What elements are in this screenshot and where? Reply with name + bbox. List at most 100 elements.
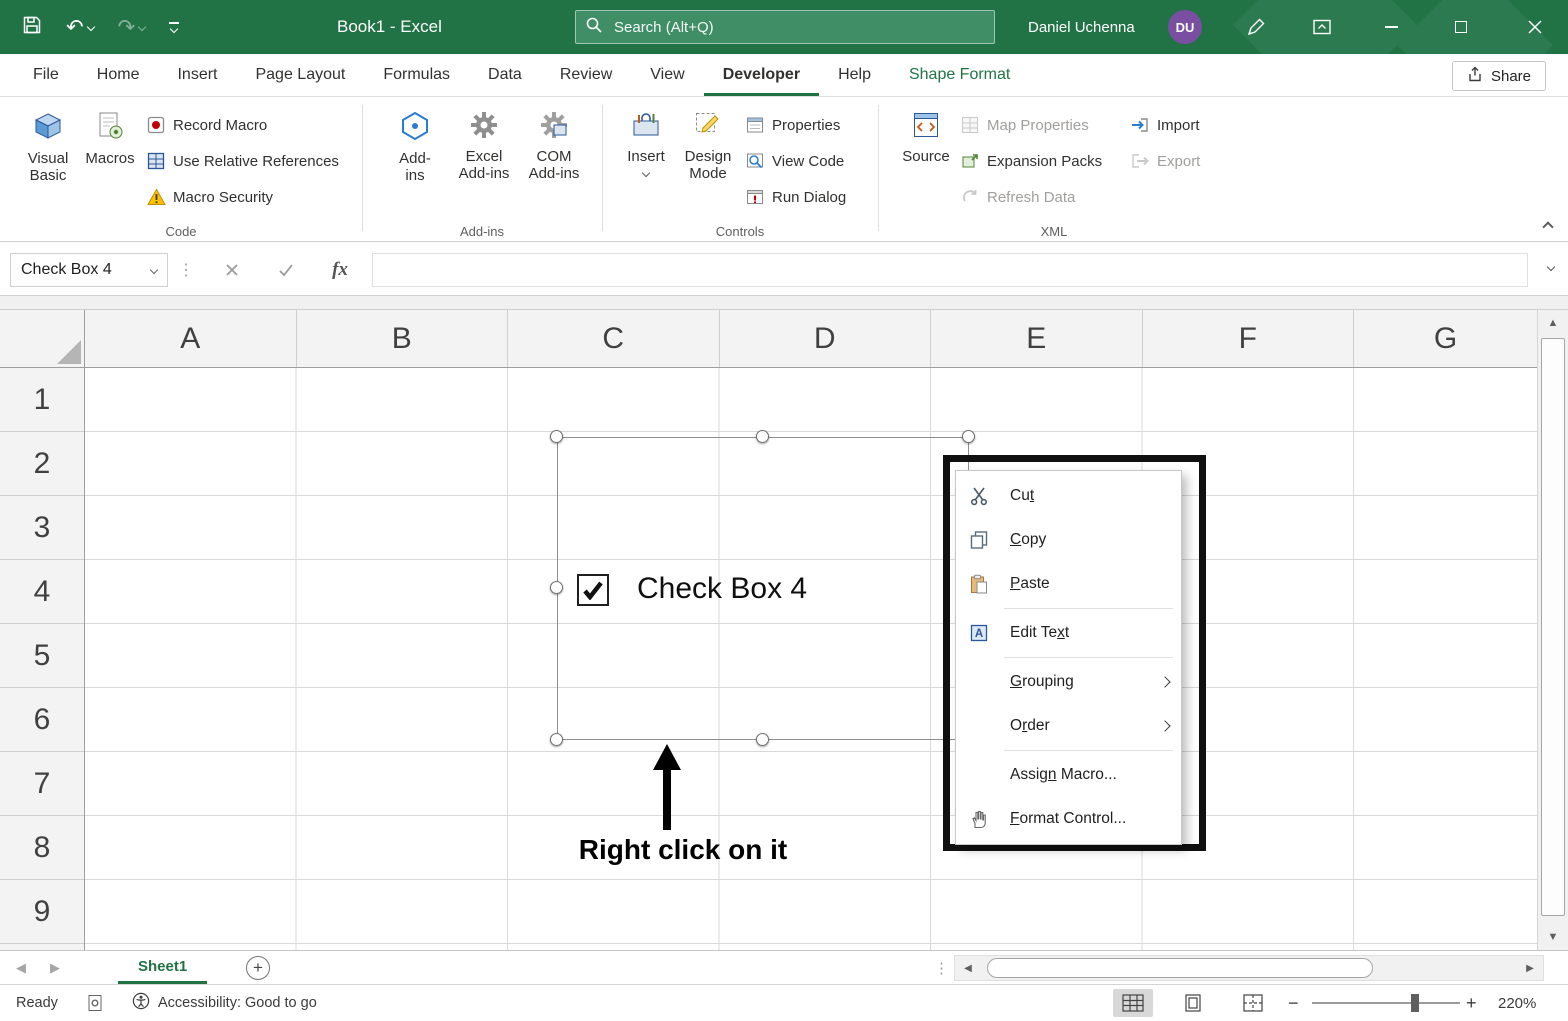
- selection-handle-top-middle[interactable]: [756, 430, 769, 443]
- zoom-slider-track[interactable]: [1312, 1002, 1460, 1004]
- macro-security-button[interactable]: Macro Security: [146, 184, 273, 210]
- share-button[interactable]: Share: [1451, 61, 1546, 91]
- zoom-level[interactable]: 220%: [1498, 985, 1536, 1021]
- search-box[interactable]: [575, 10, 995, 44]
- search-input[interactable]: [614, 18, 984, 36]
- expand-formula-bar-chevron[interactable]: [1546, 262, 1556, 272]
- insert-control-button[interactable]: Insert: [620, 105, 672, 178]
- scroll-up-arrow[interactable]: ▲: [1538, 310, 1568, 336]
- menu-item-assign-macro[interactable]: Assign Macro...: [956, 753, 1181, 797]
- zoom-slider-thumb[interactable]: [1411, 994, 1419, 1012]
- column-header[interactable]: F: [1143, 310, 1354, 367]
- add-ins-button[interactable]: Add-ins: [392, 105, 438, 184]
- select-all-corner[interactable]: [0, 310, 85, 368]
- maximize-button[interactable]: [1438, 0, 1484, 54]
- ribbon-display-options-icon[interactable]: [1302, 0, 1342, 54]
- menu-item-copy[interactable]: Copy: [956, 518, 1181, 562]
- menu-item-order[interactable]: Order: [956, 704, 1181, 748]
- tab-shape-format[interactable]: Shape Format: [890, 54, 1029, 96]
- column-header[interactable]: C: [508, 310, 720, 367]
- excel-add-ins-button[interactable]: Excel Add-ins: [454, 105, 514, 182]
- column-header[interactable]: G: [1354, 310, 1537, 367]
- enter-icon[interactable]: [266, 253, 306, 287]
- page-layout-view-button[interactable]: [1173, 989, 1213, 1017]
- normal-view-button[interactable]: [1113, 989, 1153, 1017]
- tab-scroll-splitter[interactable]: ⋮: [934, 951, 949, 985]
- com-add-ins-button[interactable]: COM Add-ins: [524, 105, 584, 182]
- column-header[interactable]: D: [720, 310, 931, 367]
- macro-recording-icon[interactable]: [86, 985, 104, 1021]
- minimize-button[interactable]: [1368, 0, 1414, 54]
- page-break-preview-button[interactable]: [1233, 989, 1273, 1017]
- selection-handle-top-left[interactable]: [550, 430, 563, 443]
- run-dialog-button[interactable]: Run Dialog: [745, 184, 846, 210]
- vertical-scrollbar-thumb[interactable]: [1541, 338, 1565, 916]
- row-header[interactable]: 1: [0, 368, 84, 432]
- row-header[interactable]: 9: [0, 880, 84, 944]
- horizontal-scrollbar-track[interactable]: [981, 956, 1517, 980]
- close-button[interactable]: [1512, 0, 1558, 54]
- tab-data[interactable]: Data: [469, 54, 541, 96]
- formula-bar-splitter[interactable]: ⋮: [178, 253, 194, 287]
- row-header[interactable]: 5: [0, 624, 84, 688]
- row-header[interactable]: 4: [0, 560, 84, 624]
- previous-sheet-arrow[interactable]: ◀: [16, 951, 26, 985]
- tab-review[interactable]: Review: [541, 54, 631, 96]
- import-button[interactable]: Import: [1130, 112, 1200, 138]
- row-header[interactable]: 8: [0, 816, 84, 880]
- customize-quick-access-icon[interactable]: [169, 22, 180, 33]
- zoom-in-button[interactable]: +: [1466, 985, 1477, 1021]
- cancel-icon[interactable]: [212, 253, 252, 287]
- avatar[interactable]: DU: [1168, 10, 1202, 44]
- column-header[interactable]: A: [85, 310, 297, 367]
- horizontal-scrollbar-thumb[interactable]: [987, 958, 1373, 978]
- scroll-left-arrow[interactable]: ◀: [955, 956, 981, 980]
- selection-handle-top-right[interactable]: [962, 430, 975, 443]
- redo-button[interactable]: ↷: [118, 17, 147, 38]
- source-button[interactable]: Source: [898, 105, 954, 165]
- expansion-packs-button[interactable]: Expansion Packs: [960, 148, 1102, 174]
- selection-handle-middle-left[interactable]: [550, 581, 563, 594]
- tab-insert[interactable]: Insert: [158, 54, 236, 96]
- vertical-scrollbar[interactable]: ▲ ▼: [1537, 310, 1568, 950]
- name-box-dropdown-chevron[interactable]: [149, 265, 159, 275]
- menu-item-grouping[interactable]: Grouping: [956, 660, 1181, 704]
- row-header[interactable]: 3: [0, 496, 84, 560]
- accessibility-status[interactable]: Accessibility: Good to go: [132, 985, 317, 1021]
- macros-button[interactable]: Macros: [82, 105, 138, 167]
- view-code-button[interactable]: View Code: [745, 148, 844, 174]
- design-mode-button[interactable]: Design Mode: [678, 105, 738, 182]
- menu-item-format-control[interactable]: Format Control...: [956, 797, 1181, 841]
- tab-view[interactable]: View: [631, 54, 703, 96]
- menu-item-paste[interactable]: Paste: [956, 562, 1181, 606]
- horizontal-scrollbar[interactable]: ◀ ▶: [954, 955, 1544, 981]
- row-header[interactable]: 2: [0, 432, 84, 496]
- name-box[interactable]: Check Box 4: [10, 253, 168, 287]
- row-header[interactable]: 7: [0, 752, 84, 816]
- tab-help[interactable]: Help: [819, 54, 890, 96]
- scroll-down-arrow[interactable]: ▼: [1538, 924, 1568, 950]
- sheet-tab-sheet1[interactable]: Sheet1: [118, 951, 208, 984]
- row-header[interactable]: 6: [0, 688, 84, 752]
- selection-handle-bottom-middle[interactable]: [756, 733, 769, 746]
- save-icon[interactable]: [22, 15, 42, 40]
- next-sheet-arrow[interactable]: ▶: [50, 951, 60, 985]
- selection-handle-bottom-left[interactable]: [550, 733, 563, 746]
- tab-developer[interactable]: Developer: [704, 54, 819, 96]
- formula-input[interactable]: [372, 253, 1528, 287]
- tab-page-layout[interactable]: Page Layout: [236, 54, 364, 96]
- tab-home[interactable]: Home: [78, 54, 159, 96]
- properties-button[interactable]: Properties: [745, 112, 840, 138]
- column-header[interactable]: E: [931, 310, 1143, 367]
- user-name[interactable]: Daniel Uchenna: [1028, 0, 1135, 54]
- undo-button[interactable]: ↶: [66, 17, 95, 38]
- zoom-out-button[interactable]: −: [1288, 985, 1299, 1021]
- menu-item-cut[interactable]: Cut: [956, 474, 1181, 518]
- checkbox-control[interactable]: [577, 574, 609, 606]
- tab-file[interactable]: File: [14, 54, 78, 96]
- collapse-ribbon-icon[interactable]: [1542, 221, 1554, 233]
- column-header[interactable]: B: [297, 310, 508, 367]
- new-sheet-button[interactable]: +: [246, 956, 270, 980]
- scroll-right-arrow[interactable]: ▶: [1517, 956, 1543, 980]
- use-relative-references-button[interactable]: Use Relative References: [146, 148, 339, 174]
